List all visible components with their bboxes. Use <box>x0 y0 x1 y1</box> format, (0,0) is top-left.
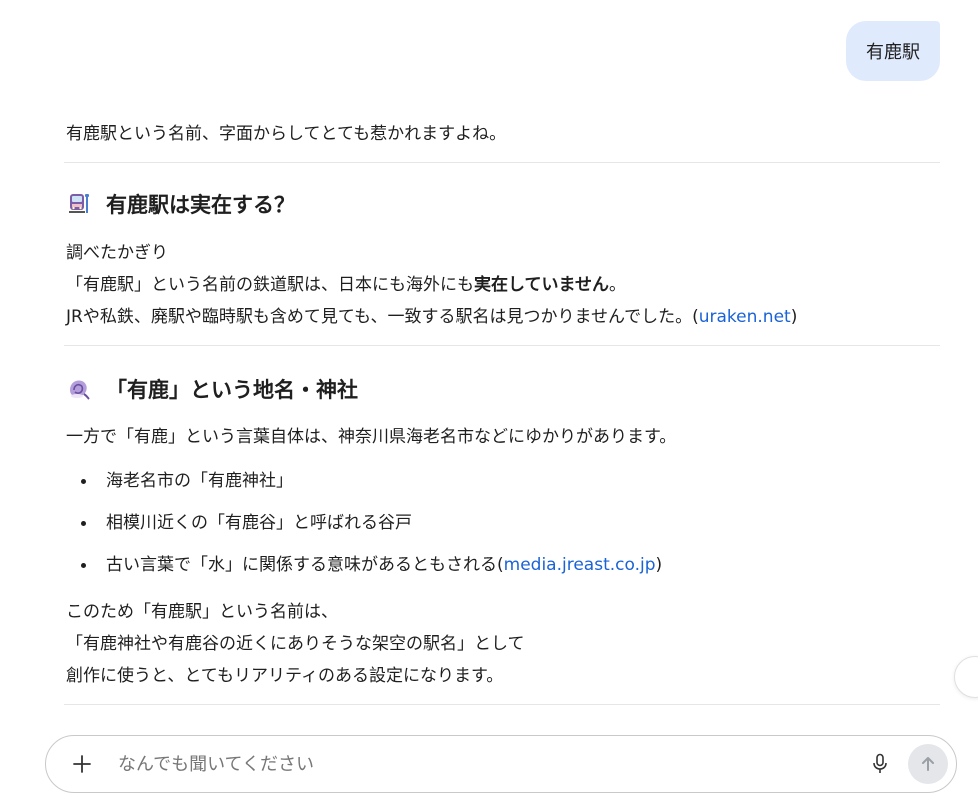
shell-icon <box>66 376 92 402</box>
list-item: 古い言葉で「水」に関係する意味があるともされる(media.jreast.co.… <box>66 544 940 586</box>
text-span: ) <box>790 307 798 327</box>
closing-line2: 「有鹿神社や有鹿谷の近くにありそうな架空の駅名」として <box>66 634 525 654</box>
text-span: 。 <box>608 275 626 295</box>
voice-input-button[interactable] <box>860 744 900 784</box>
closing-line1: このため「有鹿駅」という名前は、 <box>66 602 338 622</box>
scroll-to-bottom-button[interactable] <box>954 656 978 698</box>
microphone-icon <box>873 753 887 773</box>
bullet-list: 海老名市の「有鹿神社」 相模川近くの「有鹿谷」と呼ばれる谷戸 古い言葉で「水」に… <box>66 460 940 586</box>
arrow-up-icon <box>922 757 934 771</box>
plus-icon <box>73 755 91 773</box>
section1-line1: 調べたかぎり <box>66 243 168 263</box>
user-message-text: 有鹿駅 <box>866 42 920 63</box>
section-heading-place-shrine: 「有鹿」という地名・神社 <box>66 373 940 405</box>
source-link-jreast[interactable]: media.jreast.co.jp <box>504 555 656 575</box>
emphasis-text: 実在していません <box>474 275 609 295</box>
user-message-bubble: 有鹿駅 <box>846 21 940 81</box>
divider <box>64 704 940 705</box>
prompt-input[interactable] <box>116 743 860 785</box>
text-span: 古い言葉で「水」に関係する意味があるともされる( <box>106 555 504 575</box>
train-icon <box>66 191 92 217</box>
answer-intro: 有鹿駅という名前、字面からしてとても惹かれますよね。 <box>66 124 507 144</box>
section-heading-existence: 有鹿駅は実在する？ <box>66 188 940 220</box>
section1-line2: 「有鹿駅」という名前の鉄道駅は、日本にも海外にも実在していません。 <box>66 269 940 301</box>
send-button[interactable] <box>908 744 948 784</box>
source-link-uraken[interactable]: uraken.net <box>699 307 791 327</box>
section2-lead: 一方で「有鹿」という言葉自体は、神奈川県海老名市などにゆかりがあります。 <box>66 427 677 447</box>
list-item: 相模川近くの「有鹿谷」と呼ばれる谷戸 <box>66 502 940 544</box>
assistant-answer: 有鹿駅という名前、字面からしてとても惹かれますよね。 有鹿駅は実在する？ 調べた… <box>64 108 940 705</box>
text-span: ) <box>655 555 663 575</box>
section1-line3: JRや私鉄、廃駅や臨時駅も含めて見ても、一致する駅名は見つかりませんでした。(u… <box>66 301 940 333</box>
add-attachment-button[interactable] <box>62 744 102 784</box>
message-composer <box>45 735 957 793</box>
chat-page: 有鹿駅 有鹿駅という名前、字面からしてとても惹かれますよね。 有鹿駅は実在する？ <box>0 0 978 803</box>
list-item: 海老名市の「有鹿神社」 <box>66 460 940 502</box>
closing-line3: 創作に使うと、とてもリアリティのある設定になります。 <box>66 666 504 686</box>
section-title: 有鹿駅は実在する？ <box>106 193 295 217</box>
section-title: 「有鹿」という地名・神社 <box>106 378 358 402</box>
text-span: 「有鹿駅」という名前の鉄道駅は、日本にも海外にも <box>66 275 474 295</box>
text-span: JRや私鉄、廃駅や臨時駅も含めて見ても、一致する駅名は見つかりませんでした。( <box>66 307 699 327</box>
